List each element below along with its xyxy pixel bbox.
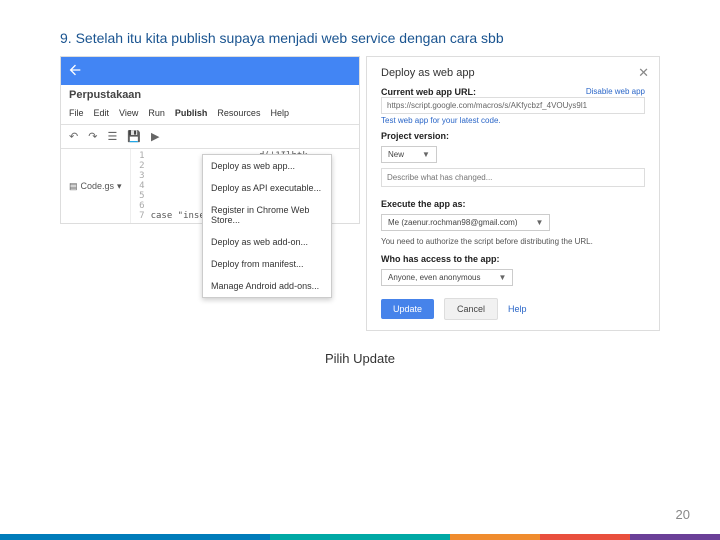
disable-webapp-link[interactable]: Disable web app [586,87,645,96]
menu-deploy-webapp[interactable]: Deploy as web app... [203,155,331,177]
undo-icon[interactable]: ↶ [69,130,78,143]
execute-as-select[interactable]: Me (zaenur.rochman98@gmail.com) ▼ [381,214,550,231]
access-select[interactable]: Anyone, even anonymous ▼ [381,269,513,286]
menu-help[interactable]: Help [270,108,289,118]
update-button[interactable]: Update [381,299,434,319]
menu-edit[interactable]: Edit [94,108,110,118]
instruction-text: 9. Setelah itu kita publish supaya menja… [60,30,660,46]
current-url-label: Current web app URL: [381,87,476,97]
description-input[interactable] [381,168,645,187]
line-number: 5 [137,191,151,201]
webapp-url[interactable]: https://script.google.com/macros/s/AKfyc… [381,97,645,114]
dropdown-caret-icon: ▾ [117,181,122,192]
dialog-title: Deploy as web app [381,67,645,79]
toolbar: ↶ ↷ ☰ 💾 ▶ [61,125,359,149]
caption-text: Pilih Update [60,351,660,366]
line-number: 7 [137,211,151,221]
file-tab[interactable]: ▤ Code.gs ▾ [61,149,131,223]
access-value: Anyone, even anonymous [388,273,481,282]
menu-android-addons[interactable]: Manage Android add-ons... [203,275,331,297]
version-select[interactable]: New ▼ [381,146,437,163]
menu-deploy-api[interactable]: Deploy as API executable... [203,177,331,199]
access-label: Who has access to the app: [381,254,645,264]
cancel-button[interactable]: Cancel [444,298,498,320]
menu-deploy-addon[interactable]: Deploy as web add-on... [203,231,331,253]
line-number: 6 [137,201,151,211]
close-icon[interactable]: ✕ [638,65,649,81]
page-number: 20 [676,507,690,522]
execute-value: Me (zaenur.rochman98@gmail.com) [388,218,518,227]
menu-bar: File Edit View Run Publish Resources Hel… [61,105,359,125]
file-tab-label: Code.gs [81,181,115,191]
publish-dropdown: Deploy as web app... Deploy as API execu… [202,154,332,298]
deploy-dialog: ✕ Deploy as web app Current web app URL:… [366,56,660,331]
version-label: Project version: [381,131,645,141]
project-title: Perpustakaan [61,85,359,105]
chevron-down-icon: ▼ [536,218,544,227]
save-icon[interactable]: 💾 [127,130,141,143]
menu-register-chrome[interactable]: Register in Chrome Web Store... [203,199,331,231]
line-number: 1 [137,151,151,161]
line-number: 3 [137,171,151,181]
test-webapp-link[interactable]: Test web app for your latest code. [381,116,645,125]
line-number: 4 [137,181,151,191]
line-number: 2 [137,161,151,171]
footer-color-bar [0,534,720,540]
menu-publish[interactable]: Publish [175,108,208,118]
menu-view[interactable]: View [119,108,138,118]
redo-icon[interactable]: ↷ [88,130,97,143]
help-link[interactable]: Help [508,304,527,314]
file-icon: ▤ [69,181,78,192]
chevron-down-icon: ▼ [499,273,507,282]
menu-file[interactable]: File [69,108,84,118]
execute-label: Execute the app as: [381,199,645,209]
menu-run[interactable]: Run [148,108,165,118]
run-icon[interactable]: ▶ [151,130,159,143]
version-value: New [388,150,404,159]
indent-icon[interactable]: ☰ [107,130,117,143]
back-arrow-icon[interactable] [67,62,83,81]
chevron-down-icon: ▼ [422,150,430,159]
menu-resources[interactable]: Resources [217,108,260,118]
auth-note: You need to authorize the script before … [381,237,645,246]
menu-deploy-manifest[interactable]: Deploy from manifest... [203,253,331,275]
